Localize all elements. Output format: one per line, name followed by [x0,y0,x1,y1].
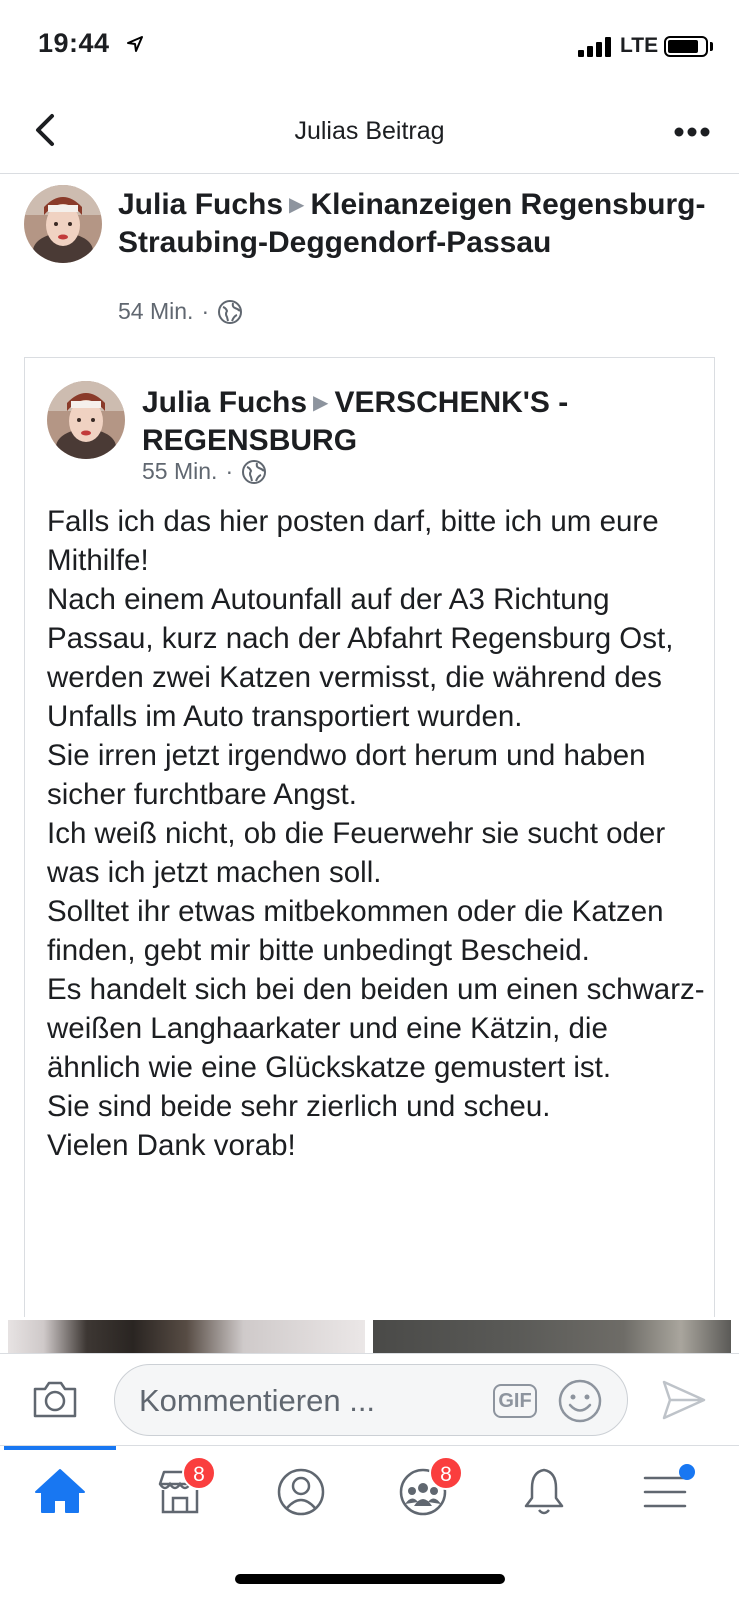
nav-bar: Julias Beitrag [0,92,739,174]
camera-button[interactable] [30,1374,80,1424]
post-paragraph: Nach einem Autounfall auf der A3 Richtun… [47,583,674,733]
battery-icon [664,36,708,57]
post-photo[interactable] [373,1320,731,1353]
post-paragraph: Solltet ihr etwas mitbekommen oder die K… [47,895,664,967]
avatar[interactable] [47,381,125,459]
comment-input[interactable]: Kommentieren ... GIF [114,1364,628,1436]
meta-dot: · [201,298,210,324]
notification-badge: 8 [429,1456,463,1490]
tab-menu[interactable] [625,1460,705,1524]
tab-profile[interactable] [261,1460,341,1524]
more-options-button[interactable] [672,120,712,144]
new-dot-badge [679,1464,695,1480]
tab-notifications[interactable] [504,1460,584,1524]
active-tab-indicator [4,1446,116,1450]
post-body: Falls ich das hier posten darf, bitte ic… [47,502,707,1165]
shared-post-card[interactable]: Julia Fuchs ▶ VERSCHENK'S - REGENSBURG 55 … [24,357,715,1317]
globe-icon [242,459,267,484]
post-paragraph: Vielen Dank vorab! [47,1129,296,1162]
signal-bars-icon [578,37,611,57]
tab-marketplace[interactable]: 8 [140,1456,220,1524]
shared-post-meta: 55 Min. · [142,458,267,485]
post-paragraph: Sie sind beide sehr zierlich und scheu. [47,1090,551,1123]
camera-icon [33,1381,77,1418]
page-title: Julias Beitrag [294,117,445,145]
post-paragraph: Falls ich das hier posten darf, bitte ic… [47,505,659,577]
post-time[interactable]: 54 Min. [118,298,193,325]
post-photo[interactable] [8,1320,365,1353]
post-time[interactable]: 55 Min. [142,458,217,485]
emoji-button[interactable] [557,1378,603,1424]
post-paragraph: Es handelt sich bei den beiden um einen … [47,973,705,1084]
emoji-icon [558,1379,602,1423]
comment-placeholder: Kommentieren ... [139,1383,376,1418]
globe-icon [218,299,243,324]
post-paragraph: Ich weiß nicht, ob die Feuerwehr sie suc… [47,817,666,889]
send-button[interactable] [660,1376,708,1424]
tab-groups[interactable]: 8 [383,1456,463,1524]
status-time: 19:44 [38,28,110,58]
notification-badge: 8 [182,1456,216,1490]
separator-arrow: ▶ [289,194,305,216]
avatar[interactable] [24,185,102,263]
tab-bar: 8 8 [0,1445,739,1600]
tab-home[interactable] [20,1460,100,1524]
home-indicator [235,1574,505,1584]
bell-icon [524,1468,564,1515]
home-icon [35,1469,85,1513]
location-arrow-icon [127,36,143,52]
post-meta: 54 Min. · [118,298,243,325]
profile-icon [277,1468,325,1516]
separator-arrow: ▶ [313,392,329,414]
post-title: Julia Fuchs ▶ Kleinanzeigen Regensburg-Str… [118,186,718,261]
gif-button[interactable]: GIF [493,1384,537,1418]
author-name[interactable]: Julia Fuchs [118,188,283,221]
comment-bar: Kommentieren ... GIF [0,1353,739,1445]
post-paragraph: Sie irren jetzt irgendwo dort herum und … [47,739,646,811]
post-header: Julia Fuchs ▶ Kleinanzeigen Regensburg-Str… [0,174,739,348]
photo-strip [0,1317,739,1353]
send-icon [662,1380,706,1420]
author-name[interactable]: Julia Fuchs [142,386,307,419]
status-bar: 19:44 LTE [0,0,739,92]
more-dots-icon [674,127,710,137]
shared-post-title: Julia Fuchs ▶ VERSCHENK'S - REGENSBURG [142,384,702,459]
battery-tip [710,42,713,51]
meta-dot: · [225,458,234,484]
network-label: LTE [620,34,659,57]
